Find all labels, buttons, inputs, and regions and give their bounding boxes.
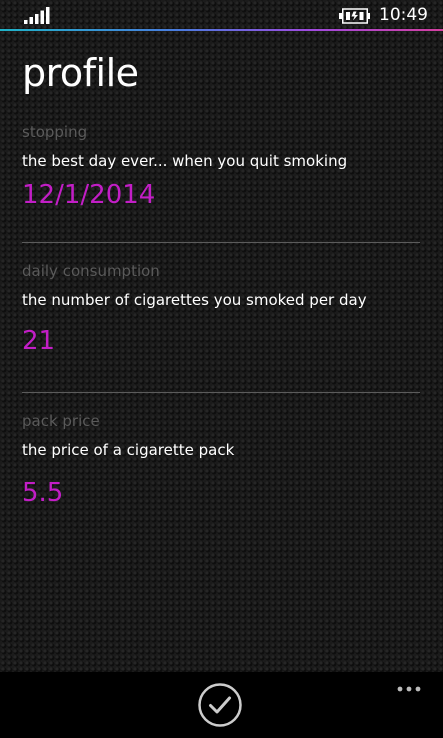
setting-pack-price-description: the price of a cigarette pack bbox=[22, 441, 235, 459]
app-bar bbox=[0, 672, 443, 738]
stopping-date-picker[interactable]: 12/1/2014 bbox=[22, 180, 422, 210]
setting-daily-consumption: daily consumption the number of cigarett… bbox=[22, 262, 422, 356]
setting-daily-consumption-label: daily consumption bbox=[22, 262, 160, 280]
more-ellipsis-icon[interactable] bbox=[394, 676, 430, 698]
status-time: 10:49 bbox=[379, 5, 428, 25]
setting-daily-consumption-description: the number of cigarettes you smoked per … bbox=[22, 291, 367, 309]
status-bar: 10:49 bbox=[0, 0, 443, 30]
setting-stopping-description: the best day ever... when you quit smoki… bbox=[22, 152, 348, 170]
signal-strength-icon bbox=[24, 7, 50, 24]
page-title: profile bbox=[22, 51, 139, 95]
pack-price-input[interactable]: 5.5 bbox=[22, 478, 422, 508]
battery-charging-icon bbox=[339, 8, 370, 24]
setting-pack-price-label: pack price bbox=[22, 412, 100, 430]
check-circle-icon[interactable] bbox=[197, 682, 243, 728]
divider bbox=[22, 392, 420, 393]
daily-consumption-input[interactable]: 21 bbox=[22, 326, 422, 356]
setting-pack-price: pack price the price of a cigarette pack… bbox=[22, 412, 422, 508]
accent-line bbox=[0, 29, 443, 31]
setting-stopping-label: stopping bbox=[22, 123, 88, 141]
divider bbox=[22, 242, 420, 243]
setting-stopping: stopping the best day ever... when you q… bbox=[22, 123, 422, 210]
